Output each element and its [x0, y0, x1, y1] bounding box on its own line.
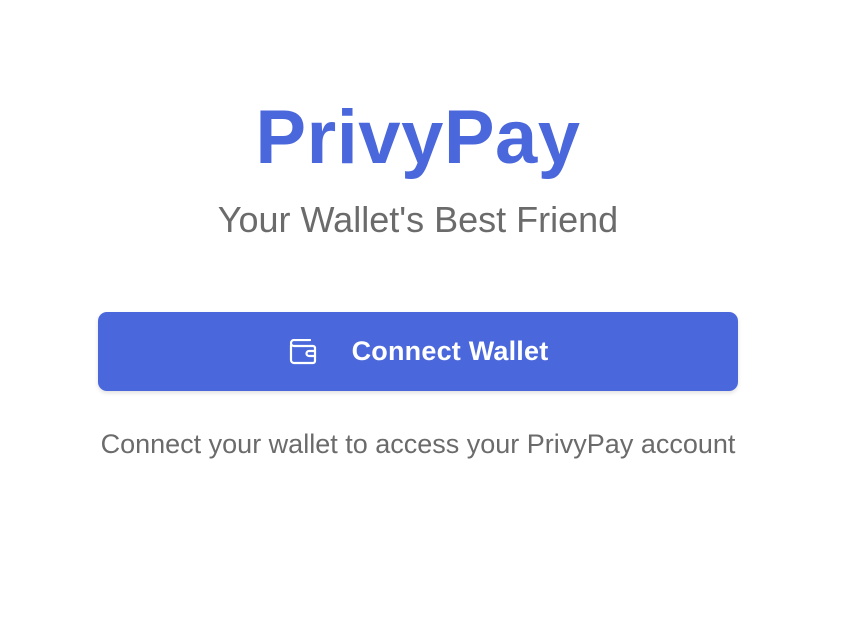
- connect-wallet-button[interactable]: Connect Wallet: [98, 312, 738, 391]
- connect-wallet-label: Connect Wallet: [351, 336, 549, 366]
- wallet-icon: [288, 338, 318, 366]
- login-page: PrivyPay Your Wallet's Best Friend Conne…: [0, 0, 846, 622]
- connect-hint-text: Connect your wallet to access your Privy…: [100, 429, 736, 459]
- brand-tagline: Your Wallet's Best Friend: [217, 199, 619, 240]
- brand-title: PrivyPay: [255, 95, 581, 180]
